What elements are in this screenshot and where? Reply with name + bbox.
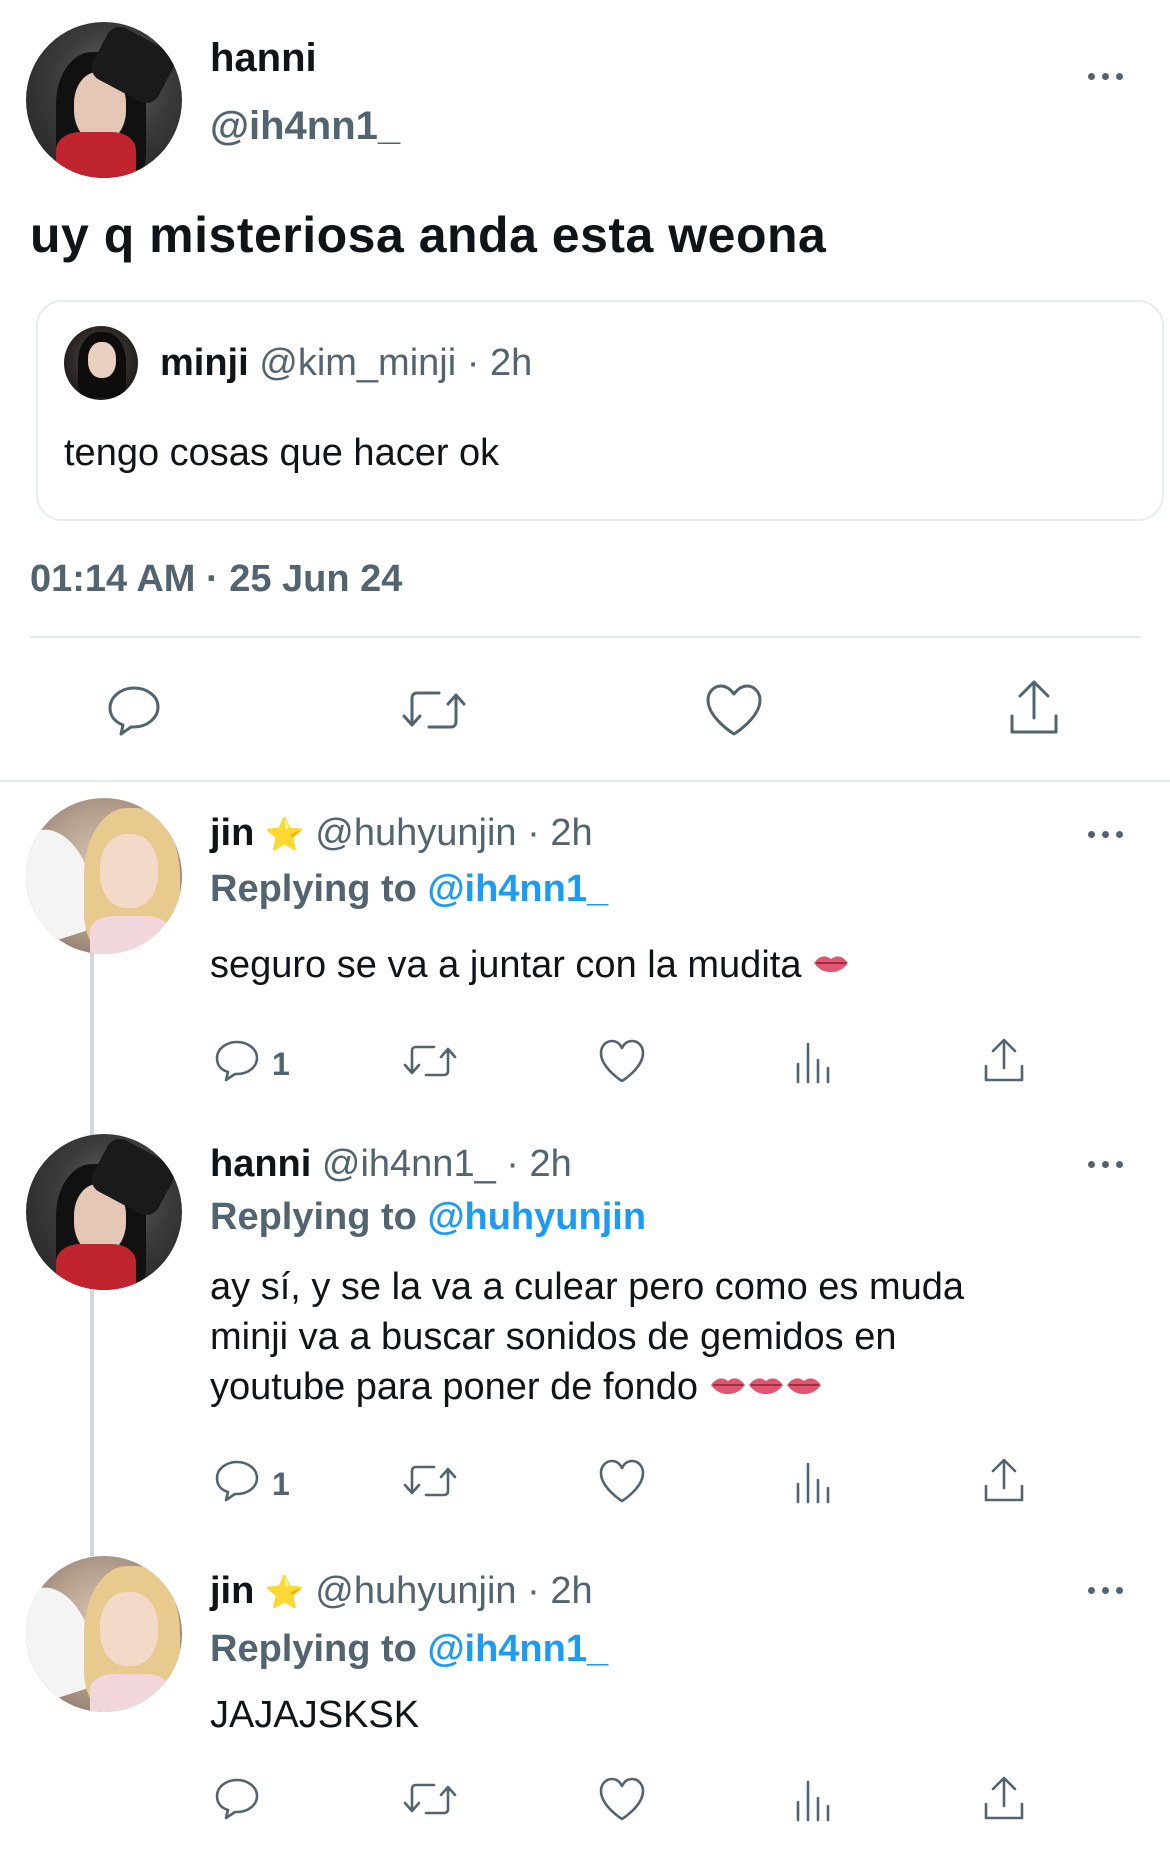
quoted-author-name: minji [160, 342, 249, 384]
more-icon[interactable] [1088, 828, 1128, 840]
author-meta[interactable]: @huhyunjin · 2h [315, 812, 592, 854]
like-icon[interactable] [596, 1456, 648, 1506]
replying-to-link[interactable]: @huhyunjin [427, 1196, 646, 1238]
share-icon[interactable] [1004, 676, 1064, 740]
star-emoji: ⭐ [264, 816, 305, 852]
reply-text-line: youtube para poner de fondo [210, 1366, 699, 1408]
reply-text: JAJAJSKSK [210, 1694, 420, 1736]
author-name[interactable]: jin [210, 812, 254, 854]
replying-label: Replying to [210, 1628, 417, 1670]
more-icon[interactable] [1088, 1158, 1128, 1170]
lips-emoji [748, 1378, 783, 1394]
divider [30, 636, 1140, 638]
more-icon[interactable] [1088, 1584, 1128, 1596]
retweet-icon[interactable] [400, 1456, 460, 1506]
views-icon[interactable] [792, 1038, 836, 1086]
share-icon[interactable] [980, 1454, 1028, 1506]
quoted-author-handle: @kim_minji [259, 342, 457, 384]
author-name[interactable]: jin [210, 1570, 254, 1612]
quoted-tweet[interactable]: minji @kim_minji · 2h tengo cosas que ha… [36, 300, 1164, 521]
avatar-hanni[interactable] [26, 1134, 182, 1290]
tweet-timestamp: 01:14 AM · 25 Jun 24 [30, 558, 403, 600]
author-meta[interactable]: @huhyunjin · 2h [315, 1570, 592, 1612]
reply-icon[interactable] [212, 1036, 262, 1086]
like-icon[interactable] [596, 1036, 648, 1086]
lips-emoji [710, 1378, 745, 1394]
author-meta[interactable]: @ih4nn1_ · 2h [322, 1143, 572, 1185]
avatar-jin[interactable] [26, 798, 182, 954]
reply-icon[interactable] [212, 1456, 262, 1506]
like-icon[interactable] [596, 1774, 648, 1824]
avatar-hanni[interactable] [26, 22, 182, 178]
thread-line [90, 1290, 94, 1556]
quoted-time: · 2h [466, 342, 533, 384]
replying-label: Replying to [210, 1196, 417, 1238]
reply-count: 1 [272, 1046, 290, 1082]
views-icon[interactable] [792, 1776, 836, 1824]
tweet-text: uy q misteriosa anda esta weona [30, 207, 827, 263]
retweet-icon[interactable] [398, 680, 470, 740]
lips-emoji [814, 956, 849, 972]
quoted-text: tengo cosas que hacer ok [64, 432, 500, 474]
reply-text-line: minji va a buscar sonidos de gemidos en [210, 1316, 897, 1358]
more-icon[interactable] [1088, 70, 1128, 82]
replying-to-link[interactable]: @ih4nn1_ [427, 1628, 608, 1670]
author-name[interactable]: hanni [210, 36, 317, 81]
author-handle[interactable]: @ih4nn1_ [210, 104, 400, 149]
like-icon[interactable] [702, 680, 766, 740]
share-icon[interactable] [980, 1034, 1028, 1086]
replying-to-link[interactable]: @ih4nn1_ [427, 868, 608, 910]
reply-count: 1 [272, 1466, 290, 1502]
author-name[interactable]: hanni [210, 1143, 311, 1185]
views-icon[interactable] [792, 1458, 836, 1506]
reply-text-line: ay sí, y se la va a culear pero como es … [210, 1266, 965, 1308]
reply-icon[interactable] [212, 1774, 262, 1824]
retweet-icon[interactable] [400, 1774, 460, 1824]
section-divider [0, 780, 1170, 782]
avatar-minji [64, 326, 138, 400]
reply-icon[interactable] [104, 680, 164, 740]
reply-text: seguro se va a juntar con la mudita [210, 944, 802, 986]
avatar-jin[interactable] [26, 1556, 182, 1712]
thread-line [90, 950, 94, 1150]
retweet-icon[interactable] [400, 1036, 460, 1086]
star-emoji: ⭐ [264, 1574, 305, 1610]
lips-emoji [786, 1378, 821, 1394]
share-icon[interactable] [980, 1772, 1028, 1824]
replying-label: Replying to [210, 868, 417, 910]
